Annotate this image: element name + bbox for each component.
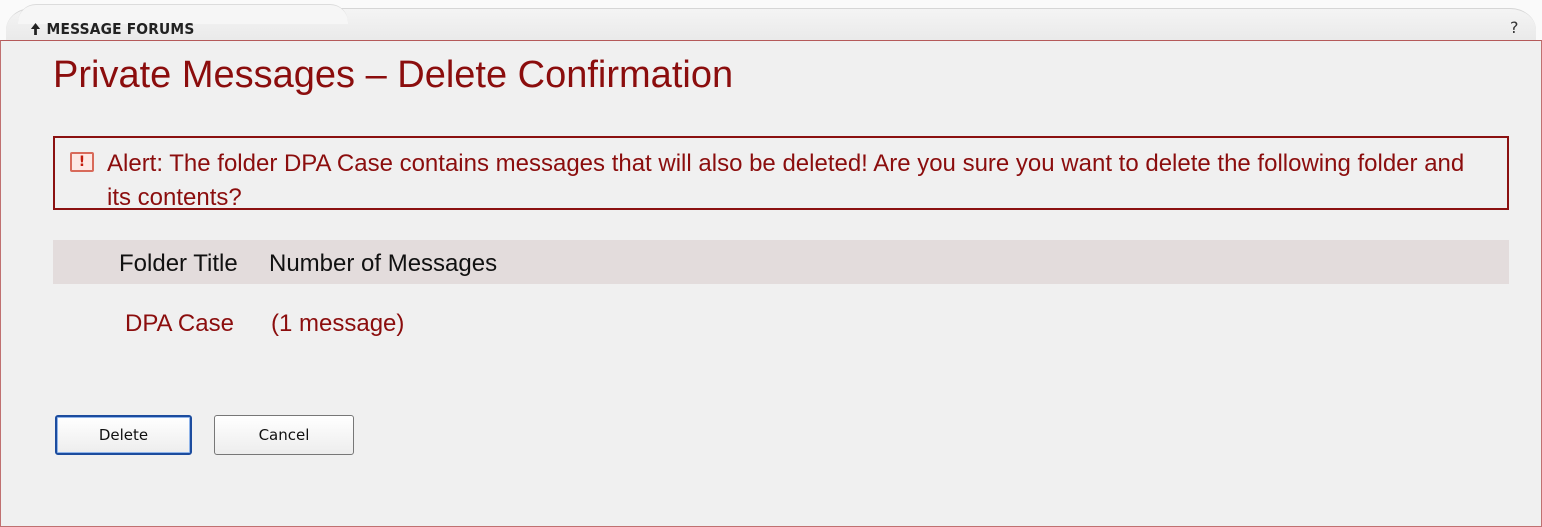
tool-title-text: MESSAGE FORUMS [46, 20, 195, 38]
arrow-up-icon [30, 23, 41, 35]
page-title: Private Messages – Delete Confirmation [53, 54, 734, 96]
column-header-message-count: Number of Messages [269, 250, 498, 277]
table-header-row: Folder Title Number of Messages [53, 240, 1509, 284]
alert-text: Alert: The folder DPA Case contains mess… [107, 150, 1465, 211]
help-link[interactable]: ? [1510, 18, 1519, 37]
delete-button[interactable]: Delete [55, 415, 192, 455]
tool-title-bar: MESSAGE FORUMS ? [0, 0, 1542, 42]
table-cell-folder-title: DPA Case [125, 310, 234, 337]
column-header-folder-title: Folder Title [119, 250, 238, 277]
alert-message: ! Alert: The folder DPA Case contains me… [53, 136, 1509, 211]
tool-title-link[interactable]: MESSAGE FORUMS [30, 20, 194, 38]
table-cell-message-count: (1 message) [271, 310, 405, 337]
alert-exclamation-icon: ! [70, 152, 94, 172]
cancel-button[interactable]: Cancel [214, 415, 354, 455]
